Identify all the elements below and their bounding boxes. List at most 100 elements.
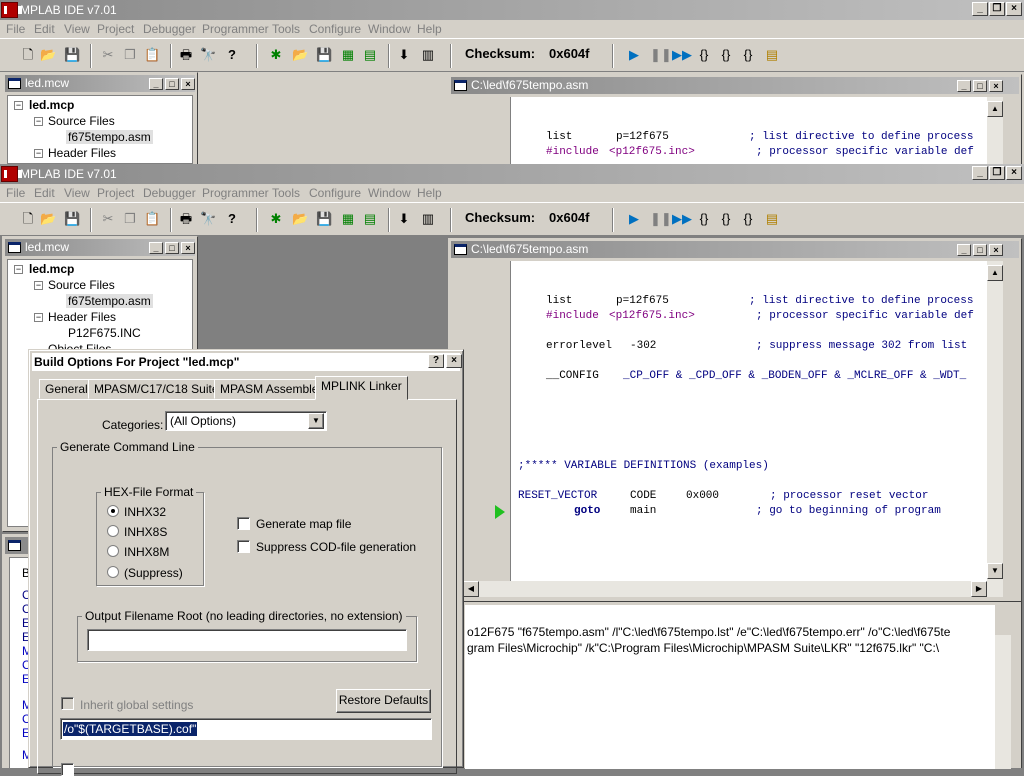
scroll-right-icon[interactable]: ▶ <box>971 581 987 597</box>
menu-programmer[interactable]: Programmer <box>202 20 269 38</box>
memory-icon[interactable]: ▥ <box>420 47 436 63</box>
restore-button[interactable]: ❐ <box>989 166 1005 180</box>
build-icon[interactable]: ▦ <box>340 47 356 63</box>
radio-inhx8m[interactable] <box>107 545 119 557</box>
import-icon[interactable]: ⬇ <box>396 47 412 63</box>
close-button[interactable]: × <box>989 244 1003 256</box>
menu-window[interactable]: Window <box>368 184 411 202</box>
scroll-up-icon[interactable]: ▲ <box>987 265 1003 281</box>
find-icon[interactable]: 🔭 <box>200 211 216 227</box>
scroll-up-icon[interactable]: ▲ <box>987 101 1003 117</box>
dialog-close-button[interactable]: × <box>446 354 462 368</box>
cut-icon[interactable]: ✂ <box>100 47 116 63</box>
collapse-toggle[interactable]: − <box>34 117 43 126</box>
close-button[interactable]: × <box>1006 166 1022 180</box>
minimize-button[interactable]: _ <box>972 2 988 16</box>
menu-configure[interactable]: Configure <box>309 20 361 38</box>
tree-source-file[interactable]: f675tempo.asm <box>66 130 153 144</box>
copy-icon[interactable]: ❐ <box>122 47 138 63</box>
close-button[interactable]: × <box>181 78 195 90</box>
run-icon[interactable]: ▶ <box>626 47 642 63</box>
memory-icon[interactable]: ▥ <box>420 211 436 227</box>
copy-icon[interactable]: ❐ <box>122 211 138 227</box>
collapse-toggle[interactable]: − <box>14 265 23 274</box>
open-folder-icon[interactable]: 📂 <box>40 211 56 227</box>
open-project-icon[interactable]: 📂 <box>292 211 308 227</box>
editor-scrollbar[interactable]: ▲ <box>987 97 1003 165</box>
build-all-icon[interactable]: ▤ <box>362 47 378 63</box>
menu-tools[interactable]: Tools <box>272 184 300 202</box>
restore-defaults-button[interactable]: Restore Defaults <box>336 689 431 713</box>
menu-configure[interactable]: Configure <box>309 184 361 202</box>
new-file-icon[interactable]: 🗋 <box>20 47 36 63</box>
editor-hscrollbar[interactable]: ◀ ▶ <box>463 581 1003 597</box>
new-project-icon[interactable]: ✱ <box>268 211 284 227</box>
step-out-icon[interactable]: {} <box>740 211 756 227</box>
print-icon[interactable]: 🖶 <box>178 47 194 63</box>
cut-icon[interactable]: ✂ <box>100 211 116 227</box>
help-button[interactable]: ? <box>428 354 444 368</box>
animate-icon[interactable]: ▶▶ <box>672 47 692 63</box>
menu-view[interactable]: View <box>64 184 90 202</box>
step-into-icon[interactable]: {} <box>696 211 712 227</box>
help-icon[interactable]: ? <box>224 211 240 227</box>
step-over-icon[interactable]: {} <box>718 211 734 227</box>
scroll-down-icon[interactable]: ▼ <box>987 563 1003 579</box>
collapse-toggle[interactable]: − <box>14 101 23 110</box>
partial-checkbox[interactable] <box>61 763 74 776</box>
tree-root[interactable]: led.mcp <box>29 262 74 276</box>
maximize-button[interactable]: □ <box>165 242 179 254</box>
restore-button[interactable]: ❐ <box>989 2 1005 16</box>
build-icon[interactable]: ▦ <box>340 211 356 227</box>
halt-icon[interactable]: ❚❚ <box>650 211 672 227</box>
menu-debugger[interactable]: Debugger <box>143 20 196 38</box>
suppress-cod-checkbox[interactable] <box>237 540 250 553</box>
categories-select[interactable]: (All Options) ▼ <box>165 411 327 431</box>
save-project-icon[interactable]: 💾 <box>316 47 332 63</box>
collapse-toggle[interactable]: − <box>34 281 43 290</box>
minimize-button[interactable]: _ <box>972 166 988 180</box>
new-file-icon[interactable]: 🗋 <box>20 211 36 227</box>
import-icon[interactable]: ⬇ <box>396 211 412 227</box>
tree-header-file[interactable]: P12F675.INC <box>68 326 141 340</box>
print-icon[interactable]: 🖶 <box>178 211 194 227</box>
close-button[interactable]: × <box>181 242 195 254</box>
radio-suppress[interactable] <box>107 566 119 578</box>
editor-text-area[interactable]: list p=12f675 ; list directive to define… <box>511 97 987 165</box>
editor-scrollbar[interactable]: ▲ ▼ <box>987 261 1003 581</box>
output-text-area[interactable]: o12F675 "f675tempo.asm" /l"C:\led\f675te… <box>465 605 995 769</box>
tree-root[interactable]: led.mcp <box>29 98 74 112</box>
tab-mplink-linker[interactable]: MPLINK Linker <box>315 376 408 400</box>
menu-project[interactable]: Project <box>97 184 134 202</box>
tree-source-files[interactable]: Source Files <box>48 114 115 128</box>
save-icon[interactable]: 💾 <box>64 211 80 227</box>
minimize-button[interactable]: _ <box>149 78 163 90</box>
command-line-field[interactable]: /o"$(TARGETBASE).cof" <box>60 718 432 740</box>
step-over-icon[interactable]: {} <box>718 47 734 63</box>
menu-edit[interactable]: Edit <box>34 184 55 202</box>
tree-source-file[interactable]: f675tempo.asm <box>66 294 153 308</box>
scroll-left-icon[interactable]: ◀ <box>463 581 479 597</box>
menu-tools[interactable]: Tools <box>272 20 300 38</box>
menu-view[interactable]: View <box>64 20 90 38</box>
open-folder-icon[interactable]: 📂 <box>40 47 56 63</box>
new-project-icon[interactable]: ✱ <box>268 47 284 63</box>
tree-header-files[interactable]: Header Files <box>48 146 116 160</box>
editor-text-area[interactable]: list p=12f675 ; list directive to define… <box>511 261 987 581</box>
paste-icon[interactable]: 📋 <box>144 47 160 63</box>
output-scrollbar[interactable] <box>995 635 1011 769</box>
animate-icon[interactable]: ▶▶ <box>672 211 692 227</box>
paste-icon[interactable]: 📋 <box>144 211 160 227</box>
menu-project[interactable]: Project <box>97 20 134 38</box>
collapse-toggle[interactable]: − <box>34 149 43 158</box>
tree-header-files[interactable]: Header Files <box>48 310 116 324</box>
step-out-icon[interactable]: {} <box>740 47 756 63</box>
help-icon[interactable]: ? <box>224 47 240 63</box>
tree-source-files[interactable]: Source Files <box>48 278 115 292</box>
menu-programmer[interactable]: Programmer <box>202 184 269 202</box>
save-project-icon[interactable]: 💾 <box>316 211 332 227</box>
output-filename-input[interactable] <box>87 629 407 651</box>
minimize-button[interactable]: _ <box>957 80 971 92</box>
maximize-button[interactable]: □ <box>165 78 179 90</box>
find-icon[interactable]: 🔭 <box>200 47 216 63</box>
